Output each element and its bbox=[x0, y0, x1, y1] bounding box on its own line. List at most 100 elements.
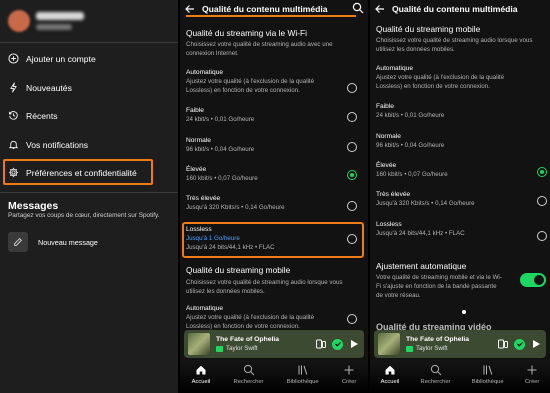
option-lossless[interactable]: Lossless Jusqu'à 24 bits/44,1 kHz • FLAC bbox=[376, 221, 526, 239]
nav-label: Bibliothèque bbox=[286, 379, 319, 385]
option-title: Très élevée bbox=[186, 195, 221, 202]
nav-search[interactable]: Rechercher bbox=[421, 364, 450, 385]
download-badge-icon bbox=[406, 345, 413, 352]
option-desc: Jusqu'à 320 Kbits/s • 0,14 Go/heure bbox=[186, 204, 285, 211]
option-faible[interactable]: Faible 24 kbit/s • 0,01 Go/heure bbox=[186, 107, 336, 125]
mini-player[interactable]: The Fate of Ophelia Taylor Swift bbox=[374, 330, 546, 358]
search-icon bbox=[243, 364, 254, 376]
menu-item-label: Préférences et confidentialité bbox=[26, 167, 137, 178]
option-automatique[interactable]: Automatique Ajustez votre qualité (à l'e… bbox=[186, 69, 336, 95]
track-artist-row: Taylor Swift bbox=[406, 345, 492, 352]
back-arrow-icon[interactable] bbox=[184, 3, 196, 15]
bottom-nav: Accueil Rechercher Bibliothèque Créer bbox=[180, 360, 368, 393]
plus-icon bbox=[527, 365, 537, 375]
account-menu-panel: Ajouter un compte Nouveautés Récents Vos… bbox=[0, 0, 178, 393]
option-lossless[interactable]: Lossless Jusqu'à 1 Go/heure Jusqu'à 24 b… bbox=[186, 226, 336, 252]
gear-icon bbox=[8, 167, 19, 178]
nav-home[interactable]: Accueil bbox=[191, 364, 211, 385]
nav-library[interactable]: Bibliothèque bbox=[472, 364, 504, 385]
media-quality-panel-wifi: Qualité du contenu multimédia Qualité du… bbox=[180, 0, 368, 393]
nav-search[interactable]: Rechercher bbox=[233, 364, 264, 385]
option-mobile-automatique[interactable]: Automatique Ajustez votre qualité (à l'e… bbox=[186, 305, 336, 331]
nav-create[interactable]: Créer bbox=[342, 364, 356, 385]
option-faible[interactable]: Faible 24 kbit/s • 0,01 Go/heure bbox=[376, 103, 526, 121]
option-desc: Jusqu'à 320 Kbits/s • 0,14 Go/heure bbox=[376, 200, 475, 207]
option-automatique[interactable]: Automatique Ajustez votre qualité (à l'e… bbox=[376, 65, 526, 91]
option-desc: 160 kbit/s • 0,07 Go/heure bbox=[186, 175, 258, 182]
profile-name-blurred bbox=[36, 12, 84, 30]
menu-item-add-account[interactable]: Ajouter un compte bbox=[8, 53, 96, 64]
new-message-label: Nouveau message bbox=[38, 237, 98, 247]
track-info: The Fate of Ophelia Taylor Swift bbox=[216, 336, 310, 352]
option-title: Lossless bbox=[186, 226, 212, 233]
option-title: Très élevée bbox=[376, 191, 411, 198]
scroll-indicator-dot bbox=[462, 310, 466, 314]
menu-item-recents[interactable]: Récents bbox=[8, 110, 58, 121]
connect-device-icon[interactable] bbox=[315, 338, 327, 350]
radio-tres-elevee[interactable] bbox=[347, 201, 357, 211]
saved-check-icon[interactable] bbox=[332, 338, 343, 350]
radio-faible[interactable] bbox=[347, 112, 357, 122]
nav-label: Créer bbox=[524, 379, 540, 385]
auto-adjust-toggle[interactable] bbox=[520, 273, 546, 287]
menu-item-label: Vos notifications bbox=[26, 139, 89, 150]
play-icon[interactable] bbox=[348, 338, 360, 350]
radio-tres-elevee[interactable] bbox=[537, 196, 547, 206]
option-normale[interactable]: Normale 96 kbit/s • 0,04 Go/heure bbox=[376, 133, 526, 151]
radio-elevee-selected[interactable] bbox=[347, 170, 357, 180]
nav-library[interactable]: Bibliothèque bbox=[287, 364, 319, 385]
connect-device-icon[interactable] bbox=[497, 338, 509, 350]
nav-label: Accueil bbox=[191, 379, 211, 385]
radio-lossless[interactable] bbox=[347, 234, 357, 244]
option-title: Faible bbox=[186, 107, 204, 114]
radio-automatique[interactable] bbox=[347, 83, 357, 93]
profile-header[interactable] bbox=[8, 10, 84, 32]
menu-item-whats-new[interactable]: Nouveautés bbox=[8, 82, 72, 93]
option-desc: Ajustez votre qualité (à l'exclusion de … bbox=[186, 78, 315, 94]
player-controls bbox=[310, 338, 360, 350]
section-title-mobile: Qualité du streaming mobile bbox=[186, 265, 291, 275]
radio-lossless[interactable] bbox=[537, 231, 547, 241]
option-normale[interactable]: Normale 96 kbit/s • 0,04 Go/heure bbox=[186, 137, 336, 155]
search-icon[interactable] bbox=[352, 2, 364, 14]
nav-label: Accueil bbox=[380, 379, 400, 385]
nav-home[interactable]: Accueil bbox=[380, 364, 400, 385]
menu-item-preferences[interactable]: Préférences et confidentialité bbox=[8, 167, 137, 178]
section-desc-mobile: Choisissez votre qualité de streaming au… bbox=[186, 279, 343, 295]
radio-mobile-automatique[interactable] bbox=[347, 314, 357, 324]
track-artist: Taylor Swift bbox=[226, 345, 258, 352]
play-icon[interactable] bbox=[530, 338, 542, 350]
option-title: Automatique bbox=[376, 65, 414, 72]
home-icon bbox=[385, 365, 395, 375]
option-tres-elevee[interactable]: Très élevée Jusqu'à 320 Kbits/s • 0,14 G… bbox=[376, 191, 526, 209]
lightning-icon bbox=[10, 82, 17, 93]
option-desc: Ajustez votre qualité (à l'exclusion de … bbox=[186, 314, 315, 330]
plus-circle-icon bbox=[8, 53, 19, 64]
plus-icon bbox=[344, 365, 354, 375]
nav-label: Rechercher bbox=[233, 379, 264, 385]
option-desc: 24 kbit/s • 0,01 Go/heure bbox=[186, 116, 255, 123]
new-message-button[interactable]: Nouveau message bbox=[8, 232, 98, 252]
saved-check-icon[interactable] bbox=[514, 338, 525, 350]
radio-elevee-selected[interactable] bbox=[537, 167, 547, 177]
section-title-wifi: Qualité du streaming via le Wi-Fi bbox=[186, 28, 308, 38]
track-title: The Fate of Ophelia bbox=[406, 336, 470, 343]
option-desc: 96 kbit/s • 0,04 Go/heure bbox=[186, 146, 255, 153]
option-tres-elevee[interactable]: Très élevée Jusqu'à 320 Kbits/s • 0,14 G… bbox=[186, 195, 336, 213]
option-title: Automatique bbox=[186, 305, 224, 312]
back-arrow-icon[interactable] bbox=[374, 3, 386, 15]
radio-normale[interactable] bbox=[347, 142, 357, 152]
avatar bbox=[8, 10, 30, 32]
section-desc-mobile: Choisissez votre qualité de streaming au… bbox=[376, 37, 533, 53]
menu-item-notifications[interactable]: Vos notifications bbox=[8, 139, 88, 150]
option-elevee[interactable]: Élevée 160 kbit/s • 0,07 Go/heure bbox=[186, 166, 336, 184]
mini-player[interactable]: The Fate of Ophelia Taylor Swift bbox=[184, 330, 364, 358]
option-elevee[interactable]: Élevée 160 kbit/s • 0,07 Go/heure bbox=[376, 162, 526, 180]
option-desc: 24 kbit/s • 0,01 Go/heure bbox=[376, 112, 445, 119]
home-icon bbox=[196, 365, 206, 375]
nav-label: Bibliothèque bbox=[471, 379, 504, 385]
messages-subtitle: Partagez vos coups de cœur, directement … bbox=[8, 212, 160, 219]
nav-create[interactable]: Créer bbox=[524, 364, 540, 385]
album-cover bbox=[188, 333, 210, 355]
option-title: Élevée bbox=[376, 162, 397, 169]
